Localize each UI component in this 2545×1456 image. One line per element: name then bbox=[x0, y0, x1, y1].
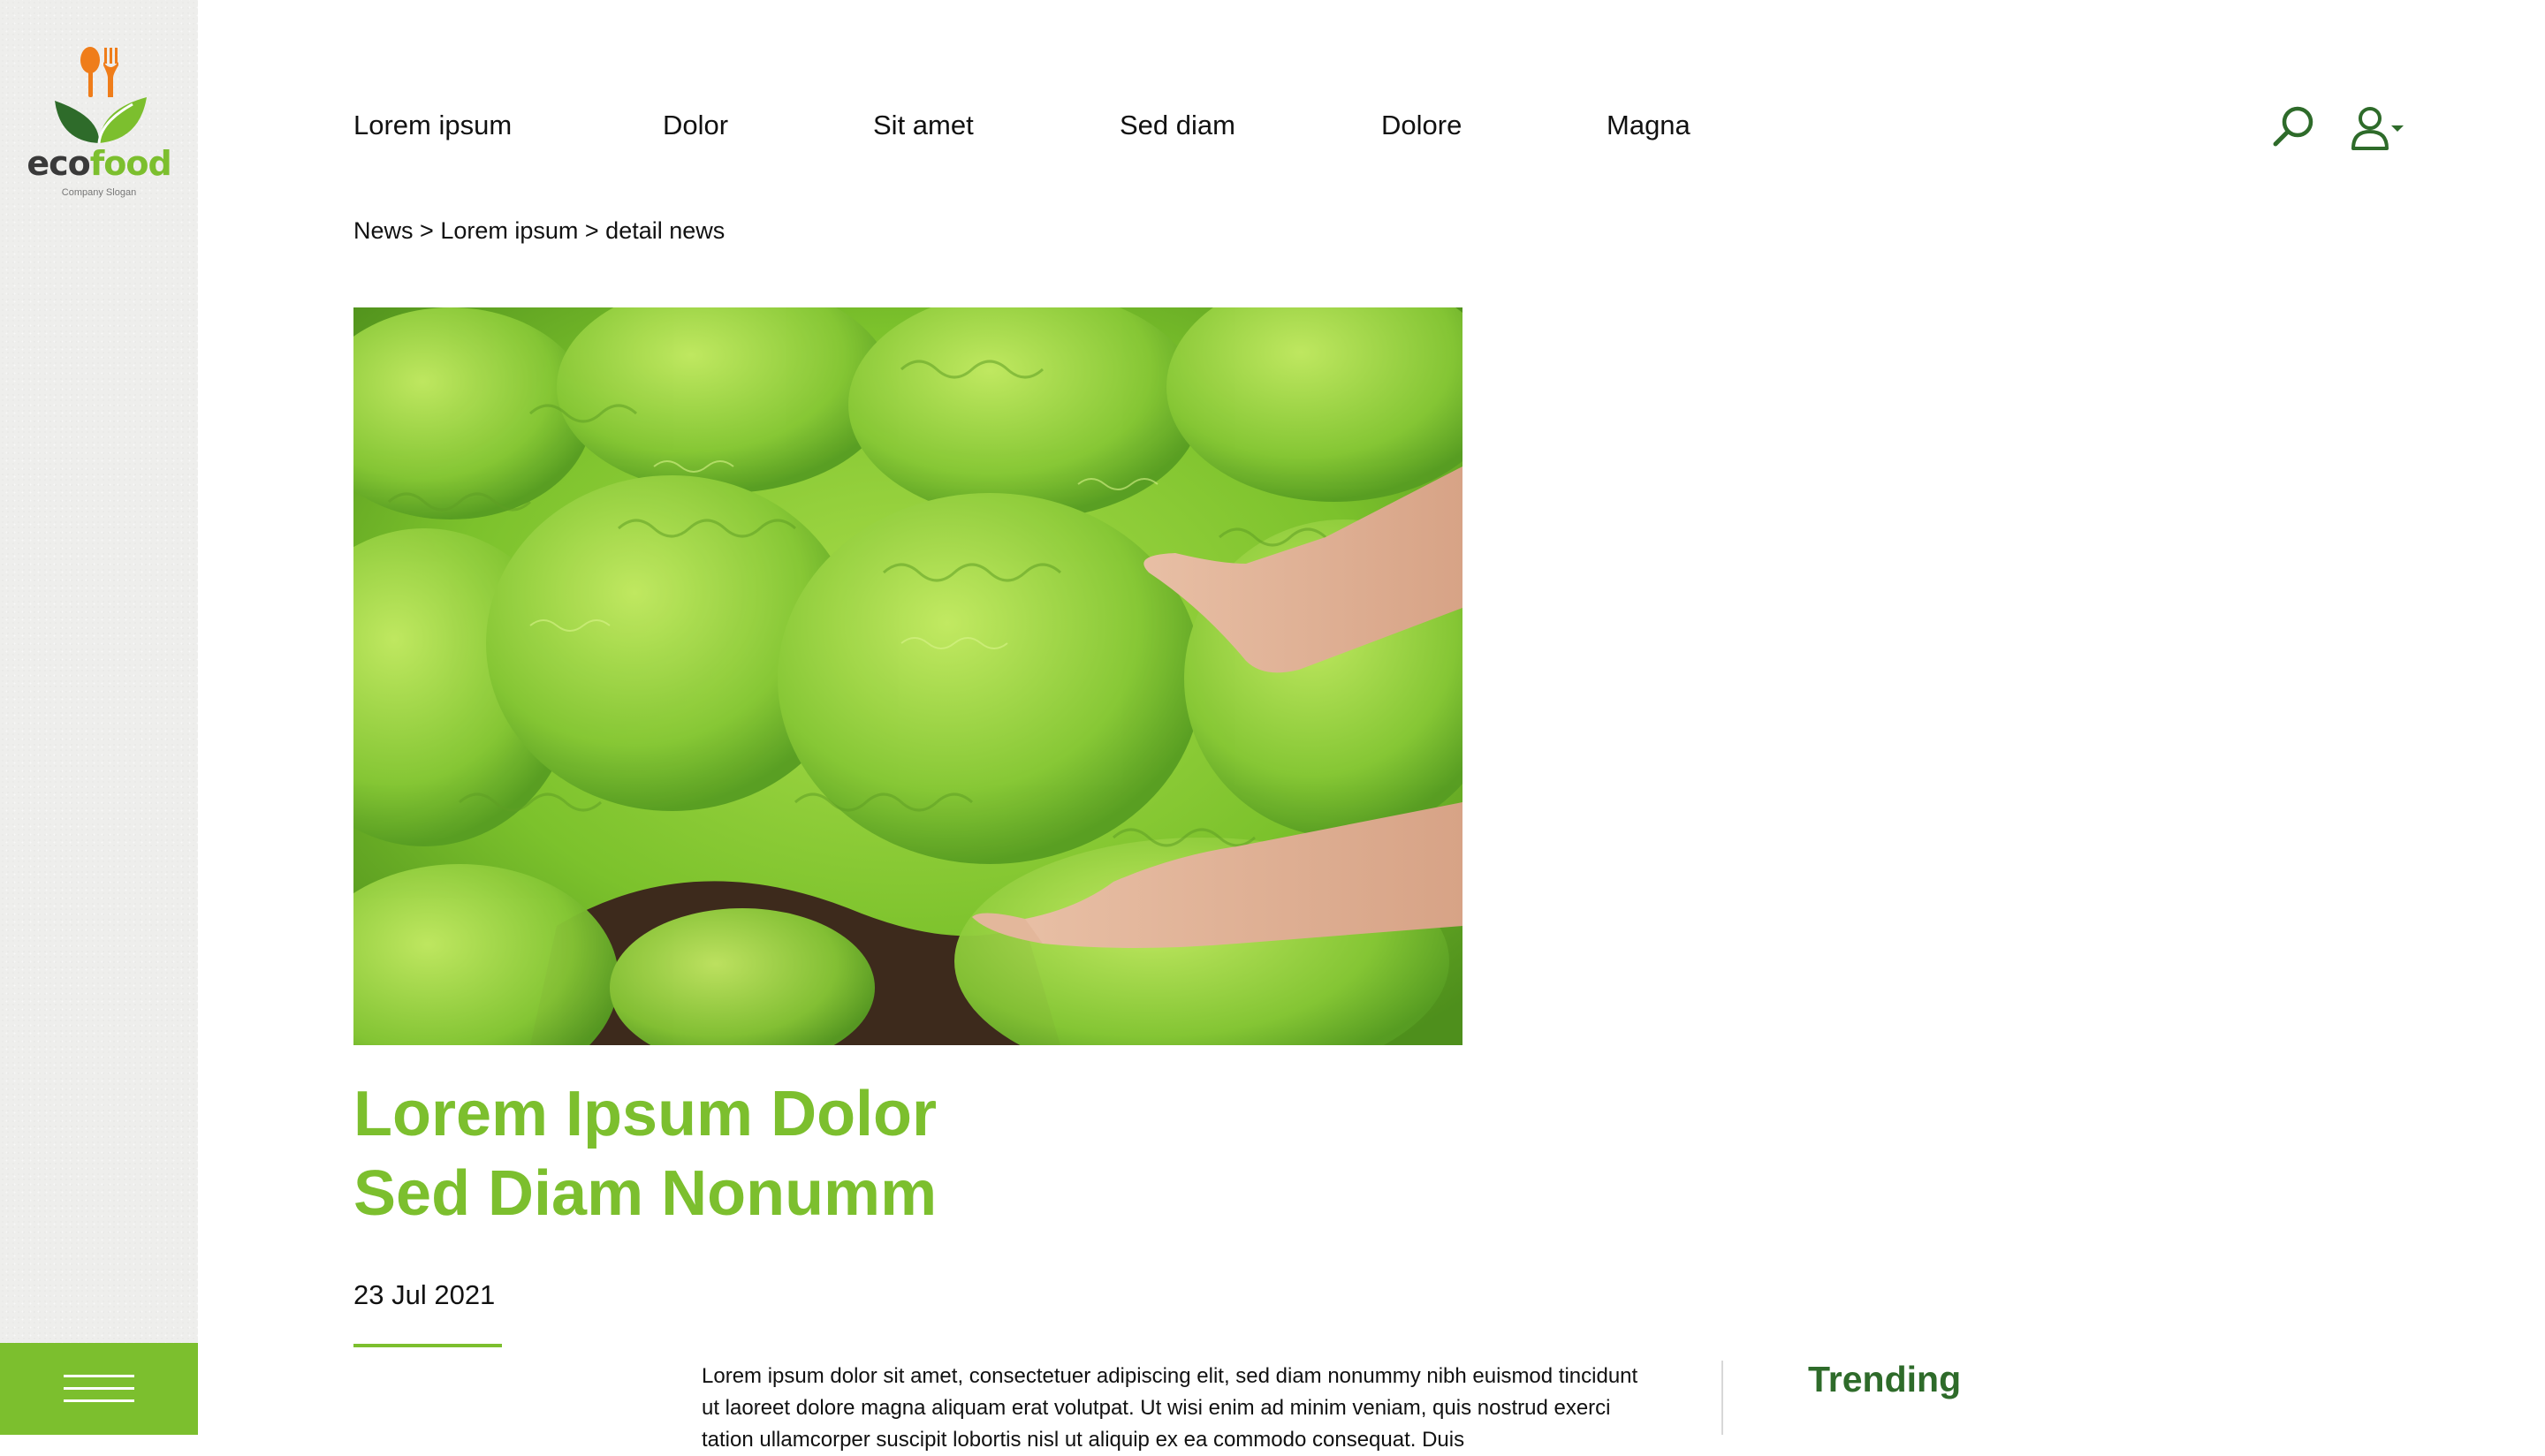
breadcrumb-separator: > bbox=[584, 217, 606, 244]
logo-slogan: Company Slogan bbox=[61, 187, 137, 198]
nav-item-lorem-ipsum[interactable]: Lorem ipsum bbox=[353, 110, 512, 141]
article-title: Lorem Ipsum Dolor Sed Diam Nonumm bbox=[353, 1074, 1414, 1233]
logo-text-food: food bbox=[89, 144, 172, 183]
user-menu-button[interactable] bbox=[2347, 102, 2418, 155]
breadcrumb-item-news[interactable]: News bbox=[353, 217, 414, 244]
nav-item-magna[interactable]: Magna bbox=[1607, 110, 1690, 141]
breadcrumb-item-lorem-ipsum[interactable]: Lorem ipsum bbox=[440, 217, 578, 244]
user-dropdown-icon bbox=[2351, 107, 2404, 150]
logo-wordmark: ecofood bbox=[27, 147, 171, 180]
breadcrumb-item-detail-news: detail news bbox=[605, 217, 726, 244]
breadcrumb: News > Lorem ipsum > detail news bbox=[353, 217, 725, 245]
left-sidebar: ecofood Company Slogan bbox=[0, 0, 198, 1435]
hamburger-menu-button[interactable] bbox=[0, 1343, 198, 1435]
lettuce-field-image bbox=[353, 307, 1462, 1045]
article-title-line-2: Sed Diam Nonumm bbox=[353, 1158, 938, 1229]
article-hero-image bbox=[353, 307, 1462, 1045]
logo-text-eco: eco bbox=[27, 144, 90, 183]
breadcrumb-separator: > bbox=[420, 217, 441, 244]
search-icon bbox=[2273, 106, 2313, 147]
article-date: 23 Jul 2021 bbox=[353, 1279, 496, 1310]
nav-item-dolor[interactable]: Dolor bbox=[663, 110, 728, 141]
date-underline bbox=[353, 1344, 502, 1347]
search-button[interactable] bbox=[2269, 102, 2319, 152]
nav-item-sit-amet[interactable]: Sit amet bbox=[873, 110, 974, 141]
logo-mark bbox=[55, 47, 147, 144]
article-body: Lorem ipsum dolor sit amet, consectetuer… bbox=[702, 1364, 1638, 1452]
nav-item-dolore[interactable]: Dolore bbox=[1381, 110, 1462, 141]
trending-heading: Trending bbox=[1808, 1359, 1962, 1399]
article-title-line-1: Lorem Ipsum Dolor bbox=[353, 1079, 938, 1149]
content-divider bbox=[1721, 1361, 1723, 1435]
brand-logo[interactable]: ecofood Company Slogan bbox=[27, 42, 172, 210]
nav-item-sed-diam[interactable]: Sed diam bbox=[1120, 110, 1235, 141]
